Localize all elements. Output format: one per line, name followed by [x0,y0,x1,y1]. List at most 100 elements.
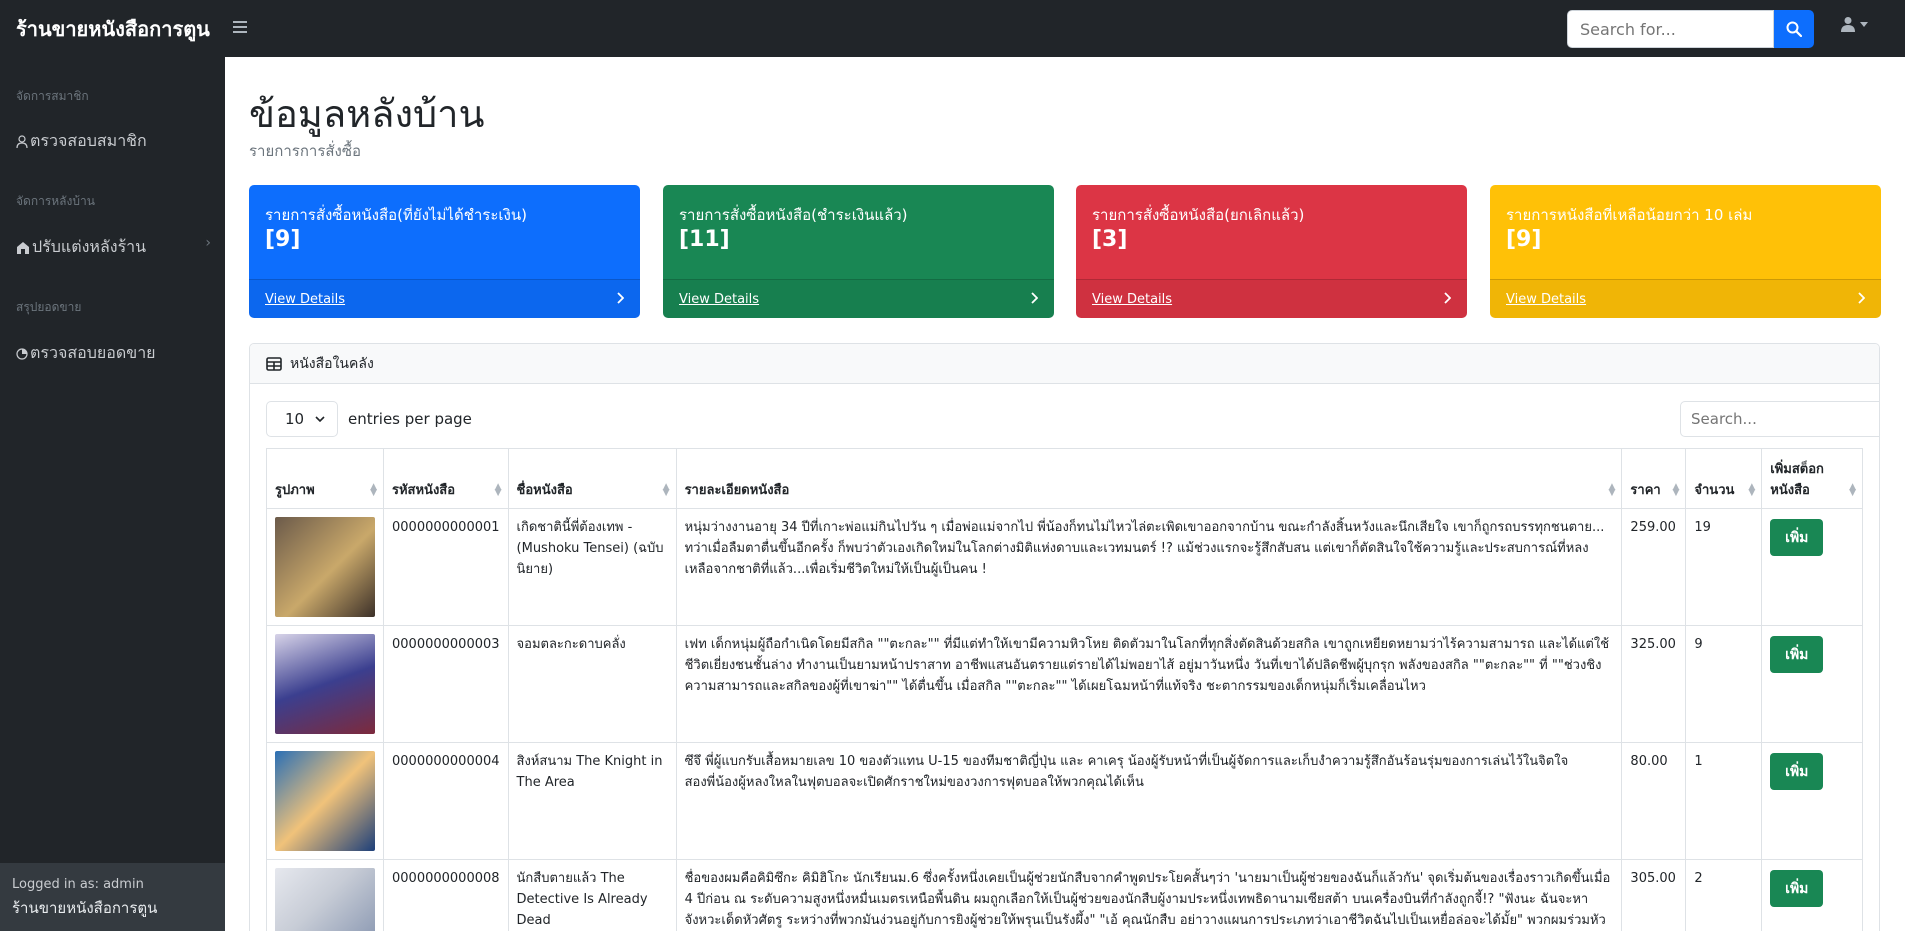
cover-cell [266,625,384,743]
inventory-title: หนังสือในคลัง [290,355,374,372]
card-title: รายการหนังสือที่เหลือน้อยกว่า 10 เล่ม [1506,206,1753,224]
logged-in-label: Logged in as: admin [12,877,144,892]
sort-icon: ▲ ▼ [494,482,502,498]
card-paid-orders: รายการสั่งซื้อหนังสือ(ชำระเงินแล้ว) [11]… [663,185,1054,318]
sort-icon: ▲ ▼ [1672,482,1680,498]
col-qty[interactable]: จำนวน ▲ ▼ [1685,448,1763,509]
sidebar-heading-sales: สรุปยอดขาย [16,300,82,314]
page-title: ข้อมูลหลังบ้าน [249,92,485,136]
card-low-stock: รายการหนังสือที่เหลือน้อยกว่า 10 เล่ม [9… [1490,185,1881,318]
add-stock-button[interactable]: เพิ่ม [1770,519,1824,556]
cover-cell [266,742,384,860]
book-description: ซึจึ พี่ผู้แบกรับเสื้อหมายเลข 10 ของตัวแ… [675,742,1623,860]
table-row: 0000000000004 สิงห์สนาม The Knight in Th… [266,742,1863,860]
inventory-table: รูปภาพ ▲ ▼ รหัสหนังสือ ▲ ▼ ชื่อหนังสือ ▲ ▼ ราย… [266,448,1863,931]
nav-search-button[interactable] [1774,10,1814,48]
book-price: 259.00 [1621,508,1687,626]
chevron-right-icon [1030,290,1039,308]
sidebar-item-backstore[interactable]: ปรับแต่งหลังร้าน › [16,235,211,260]
breadcrumb: รายการการสั่งซื้อ [249,142,362,160]
book-cover-image[interactable] [275,634,375,734]
card-count: [3] [1092,227,1128,252]
entries-control: 10 entries per page [266,401,472,437]
book-cover-image[interactable] [275,751,375,851]
main-content: ข้อมูลหลังบ้าน รายการการสั่งซื้อ รายการส… [225,57,1905,931]
book-price: 325.00 [1621,625,1687,743]
card-title: รายการสั่งซื้อหนังสือ(ชำระเงินแล้ว) [679,206,908,224]
sort-icon: ▲ ▼ [1608,482,1616,498]
sort-icon: ▲ ▼ [370,482,377,498]
sort-icon: ▲ ▼ [662,482,670,498]
add-stock-button[interactable]: เพิ่ม [1770,753,1824,790]
card-count: [9] [265,227,301,252]
book-code: 0000000000008 [383,859,509,931]
book-name: นักสืบตายแล้ว The Detective Is Already D… [507,859,677,931]
view-details-link[interactable]: View Details [679,292,759,307]
card-count: [9] [1506,227,1542,252]
inventory-card: หนังสือในคลัง 10 entries per page รูปภาพ… [249,343,1880,931]
search-icon [1786,21,1802,37]
sidebar-heading-backstore: จัดการหลังบ้าน [16,194,95,208]
sidebar-item-label: ตรวจสอบยอดขาย [30,343,156,362]
nav-search [1567,10,1814,48]
book-code: 0000000000004 [383,742,509,860]
view-details-link[interactable]: View Details [1092,292,1172,307]
col-name[interactable]: ชื่อหนังสือ ▲ ▼ [507,448,677,509]
footer-store-name: ร้านขายหนังสือการตูน [12,899,158,917]
user-icon [16,134,28,148]
chevron-right-icon: › [205,235,211,251]
entries-per-page-select[interactable]: 10 [266,401,338,437]
book-cover-image[interactable] [275,868,375,931]
table-icon [266,356,282,371]
nav-search-input[interactable] [1567,10,1774,48]
sidebar: จัดการสมาชิก ตรวจสอบสมาชิก จัดการหลังบ้า… [0,57,225,931]
add-stock-cell: เพิ่ม [1761,508,1863,626]
card-title: รายการสั่งซื้อหนังสือ(ยกเลิกแล้ว) [1092,206,1305,224]
user-icon [1841,17,1855,32]
col-code[interactable]: รหัสหนังสือ ▲ ▼ [383,448,509,509]
book-code: 0000000000003 [383,625,509,743]
book-qty: 19 [1685,508,1763,626]
sidebar-item-members[interactable]: ตรวจสอบสมาชิก [16,129,211,154]
book-price: 305.00 [1621,859,1687,931]
book-price: 80.00 [1621,742,1687,860]
bars-icon[interactable] [233,18,247,39]
add-stock-button[interactable]: เพิ่ม [1770,636,1824,673]
sidebar-item-label: ตรวจสอบสมาชิก [30,131,147,150]
card-cancelled-orders: รายการสั่งซื้อหนังสือ(ยกเลิกแล้ว) [3] Vi… [1076,185,1467,318]
user-menu[interactable] [1840,16,1868,32]
chevron-down-icon [1860,21,1868,27]
table-row: 0000000000003 จอมตละกะดาบคลั่ง เฟท เด็กห… [266,625,1863,743]
add-stock-cell: เพิ่ม [1761,742,1863,860]
sidebar-item-sales[interactable]: ตรวจสอบยอดขาย [16,341,211,366]
col-add-stock[interactable]: เพิ่มสต็อกหนังสือ ▲ ▼ [1761,448,1863,509]
book-name: สิงห์สนาม The Knight in The Area [507,742,677,860]
sidebar-footer: Logged in as: admin ร้านขายหนังสือการตูน [0,863,225,931]
col-image[interactable]: รูปภาพ ▲ ▼ [266,448,384,509]
col-description[interactable]: รายละเอียดหนังสือ ▲ ▼ [675,448,1623,509]
store-icon [17,241,29,254]
chevron-down-icon [315,416,325,422]
brand-title[interactable]: ร้านขายหนังสือการตูน [0,13,225,45]
card-footer: View Details [663,279,1054,318]
add-stock-button[interactable]: เพิ่ม [1770,870,1824,907]
add-stock-cell: เพิ่ม [1761,859,1863,931]
book-code: 0000000000001 [383,508,509,626]
book-description: ชื่อของผมคือคิมิซึกะ คิมิฮิโกะ นักเรียนม… [675,859,1623,931]
col-price[interactable]: ราคา ▲ ▼ [1621,448,1687,509]
table-search-input[interactable] [1680,401,1879,437]
entries-value: 10 [285,410,305,428]
cover-cell [266,859,384,931]
chart-icon [16,347,28,360]
card-footer: View Details [249,279,640,318]
book-description: หนุ่มว่างงานอายุ 34 ปีที่เกาะพ่อแม่กินไป… [675,508,1623,626]
book-qty: 1 [1685,742,1763,860]
sort-icon: ▲ ▼ [1748,482,1756,498]
view-details-link[interactable]: View Details [265,292,345,307]
sidebar-heading-members: จัดการสมาชิก [16,89,89,103]
book-cover-image[interactable] [275,517,375,617]
sort-icon: ▲ ▼ [1849,482,1856,498]
book-name: เกิดชาตินี้พี่ต้องเทพ - (Mushoku Tensei)… [507,508,677,626]
card-count: [11] [679,227,730,252]
view-details-link[interactable]: View Details [1506,292,1586,307]
